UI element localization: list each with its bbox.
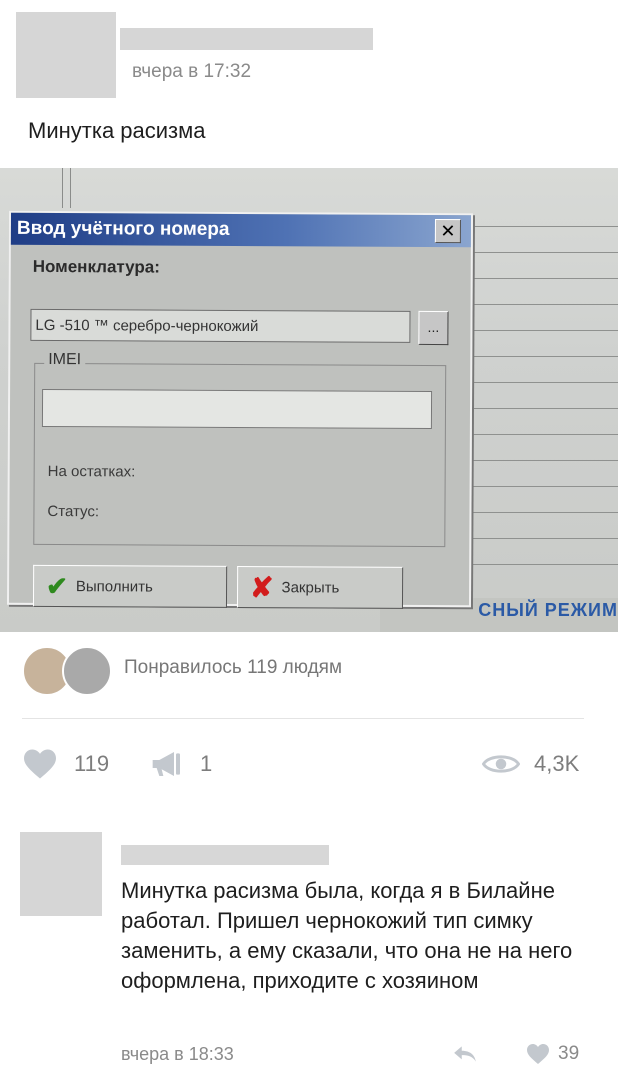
liked-by-text[interactable]: Понравилось 119 людям [124, 657, 342, 679]
execute-button-label: Выполнить [75, 577, 153, 596]
dialog-title: Ввод учётного номера [16, 217, 230, 240]
comment-author-avatar[interactable] [20, 832, 102, 916]
close-button: ✘ Закрыть [236, 565, 404, 609]
like-count: 119 [74, 751, 110, 776]
on-stock-label: На остатках: [47, 462, 136, 481]
photo-dialog: Ввод учётного номера ✕ Номенклатура: LG … [6, 210, 474, 609]
liker-avatar[interactable] [62, 646, 112, 696]
nomenclature-label: Номенклатура: [32, 256, 160, 277]
execute-button: ✔ Выполнить [32, 564, 228, 608]
post-author-avatar[interactable] [16, 12, 116, 98]
checkmark-icon: ✔ [45, 570, 68, 601]
imei-label: IMEI [44, 350, 86, 370]
divider [22, 718, 584, 719]
browse-button: ... [418, 310, 449, 346]
post-timestamp[interactable]: вчера в 17:32 [132, 61, 251, 83]
close-icon: ✕ [434, 219, 461, 244]
nomenclature-field: LG -510 ™ серебро-чернокожий [30, 308, 411, 343]
share-count: 1 [200, 751, 213, 776]
comment-like-count: 39 [558, 1043, 580, 1064]
x-mark-icon: ✘ [249, 571, 274, 603]
comment-timestamp[interactable]: вчера в 18:33 [121, 1044, 234, 1065]
views-count: 4,3K [534, 751, 580, 776]
reply-icon[interactable] [452, 1044, 478, 1064]
post-text: Минутка расизма [28, 118, 206, 143]
heart-icon [527, 1044, 549, 1064]
close-button-label: Закрыть [281, 578, 340, 597]
heart-icon [24, 749, 56, 779]
comment-like-button[interactable]: 39 [526, 1043, 579, 1065]
imei-input [41, 388, 433, 430]
post-photo[interactable]: СНЫЙ РЕЖИМ Ввод учётного номера ✕ Номенк… [0, 168, 618, 632]
views-counter: 4,3K [482, 750, 579, 778]
share-button[interactable]: 1 [150, 748, 212, 780]
post-author-name[interactable] [120, 28, 373, 50]
status-label: Статус: [47, 502, 100, 521]
like-button[interactable]: 119 [22, 748, 109, 780]
comment-author-name[interactable] [121, 845, 329, 865]
photo-status-text: СНЫЙ РЕЖИМ [478, 600, 618, 620]
eye-icon [482, 755, 520, 773]
dialog-titlebar: Ввод учётного номера ✕ [10, 212, 472, 248]
comment-text: Минутка расизма была, когда я в Билайне … [121, 878, 573, 993]
megaphone-icon [152, 752, 180, 776]
